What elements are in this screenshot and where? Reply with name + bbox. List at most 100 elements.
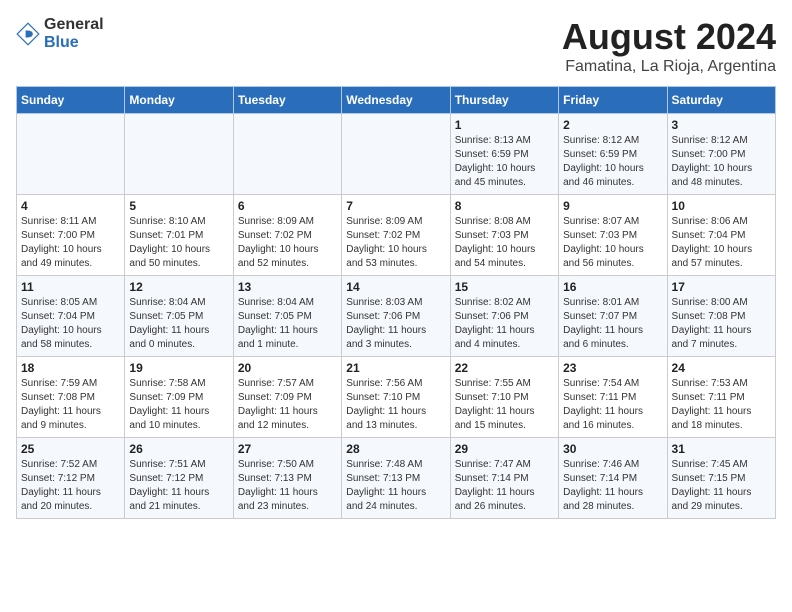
calendar-cell: 21 Sunrise: 7:56 AM Sunset: 7:10 PM Dayli…: [342, 357, 450, 438]
day-number: 7: [346, 199, 445, 213]
cell-content: Sunrise: 8:04 AM Sunset: 7:05 PM Dayligh…: [238, 296, 337, 352]
calendar-week-2: 4Sunrise: 8:11 AM Sunset: 7:00 PM Daylig…: [17, 195, 776, 276]
day-number: 31: [672, 442, 771, 456]
cell-content: Sunrise: 8:00 AM Sunset: 7:08 PM Dayligh…: [672, 296, 771, 352]
day-number: 8: [455, 199, 554, 213]
day-number: 17: [672, 280, 771, 294]
calendar-cell: 10Sunrise: 8:06 AM Sunset: 7:04 PM Dayli…: [667, 195, 775, 276]
calendar-cell: 31 Sunrise: 7:45 AM Sunset: 7:15 PM Dayli…: [667, 438, 775, 519]
cell-content: Sunrise: 7:55 AM Sunset: 7:10 PM Dayligh…: [455, 377, 554, 433]
calendar-cell: 30 Sunrise: 7:46 AM Sunset: 7:14 PM Dayli…: [559, 438, 667, 519]
calendar-cell: 23Sunrise: 7:54 AM Sunset: 7:11 PM Dayli…: [559, 357, 667, 438]
day-number: 22: [455, 361, 554, 375]
main-title: August 2024: [562, 16, 776, 58]
day-number: 6: [238, 199, 337, 213]
day-number: 30: [563, 442, 662, 456]
cell-content: Sunrise: 8:05 AM Sunset: 7:04 PM Dayligh…: [21, 296, 120, 352]
cell-content: Sunrise: 8:12 AM Sunset: 6:59 PM Dayligh…: [563, 134, 662, 190]
logo-general: General: [44, 16, 104, 34]
calendar-cell: 22 Sunrise: 7:55 AM Sunset: 7:10 PM Dayli…: [450, 357, 558, 438]
column-header-monday: Monday: [125, 87, 233, 114]
calendar-cell: 1 Sunrise: 8:13 AM Sunset: 6:59 PM Daylig…: [450, 114, 558, 195]
day-number: 21: [346, 361, 445, 375]
calendar-body: 1 Sunrise: 8:13 AM Sunset: 6:59 PM Daylig…: [17, 114, 776, 519]
day-number: 26: [129, 442, 228, 456]
cell-content: Sunrise: 8:10 AM Sunset: 7:01 PM Dayligh…: [129, 215, 228, 271]
calendar-cell: 18Sunrise: 7:59 AM Sunset: 7:08 PM Dayli…: [17, 357, 125, 438]
calendar-cell: 7 Sunrise: 8:09 AM Sunset: 7:02 PM Daylig…: [342, 195, 450, 276]
cell-content: Sunrise: 8:08 AM Sunset: 7:03 PM Dayligh…: [455, 215, 554, 271]
cell-content: Sunrise: 7:56 AM Sunset: 7:10 PM Dayligh…: [346, 377, 445, 433]
cell-content: Sunrise: 7:53 AM Sunset: 7:11 PM Dayligh…: [672, 377, 771, 433]
day-number: 9: [563, 199, 662, 213]
logo-blue: Blue: [44, 34, 104, 52]
subtitle: Famatina, La Rioja, Argentina: [562, 58, 776, 76]
column-header-wednesday: Wednesday: [342, 87, 450, 114]
calendar-cell: 11Sunrise: 8:05 AM Sunset: 7:04 PM Dayli…: [17, 276, 125, 357]
day-number: 13: [238, 280, 337, 294]
cell-content: Sunrise: 7:59 AM Sunset: 7:08 PM Dayligh…: [21, 377, 120, 433]
calendar-cell: 9 Sunrise: 8:07 AM Sunset: 7:03 PM Daylig…: [559, 195, 667, 276]
day-number: 19: [129, 361, 228, 375]
column-header-tuesday: Tuesday: [233, 87, 341, 114]
calendar-cell: 17 Sunrise: 8:00 AM Sunset: 7:08 PM Dayli…: [667, 276, 775, 357]
cell-content: Sunrise: 8:02 AM Sunset: 7:06 PM Dayligh…: [455, 296, 554, 352]
day-number: 29: [455, 442, 554, 456]
day-number: 2: [563, 118, 662, 132]
day-number: 28: [346, 442, 445, 456]
calendar-cell: 14 Sunrise: 8:03 AM Sunset: 7:06 PM Dayli…: [342, 276, 450, 357]
cell-content: Sunrise: 7:46 AM Sunset: 7:14 PM Dayligh…: [563, 458, 662, 514]
cell-content: Sunrise: 7:57 AM Sunset: 7:09 PM Dayligh…: [238, 377, 337, 433]
day-number: 15: [455, 280, 554, 294]
day-number: 12: [129, 280, 228, 294]
calendar-cell: 5Sunrise: 8:10 AM Sunset: 7:01 PM Daylig…: [125, 195, 233, 276]
calendar-cell: 2 Sunrise: 8:12 AM Sunset: 6:59 PM Daylig…: [559, 114, 667, 195]
calendar-cell: 27Sunrise: 7:50 AM Sunset: 7:13 PM Dayli…: [233, 438, 341, 519]
cell-content: Sunrise: 8:09 AM Sunset: 7:02 PM Dayligh…: [346, 215, 445, 271]
cell-content: Sunrise: 7:47 AM Sunset: 7:14 PM Dayligh…: [455, 458, 554, 514]
day-number: 1: [455, 118, 554, 132]
cell-content: Sunrise: 8:09 AM Sunset: 7:02 PM Dayligh…: [238, 215, 337, 271]
calendar-table: SundayMondayTuesdayWednesdayThursdayFrid…: [16, 86, 776, 519]
calendar-cell: [342, 114, 450, 195]
calendar-cell: 28 Sunrise: 7:48 AM Sunset: 7:13 PM Dayli…: [342, 438, 450, 519]
calendar-cell: 26Sunrise: 7:51 AM Sunset: 7:12 PM Dayli…: [125, 438, 233, 519]
cell-content: Sunrise: 8:04 AM Sunset: 7:05 PM Dayligh…: [129, 296, 228, 352]
cell-content: Sunrise: 7:58 AM Sunset: 7:09 PM Dayligh…: [129, 377, 228, 433]
day-number: 20: [238, 361, 337, 375]
calendar-cell: 15 Sunrise: 8:02 AM Sunset: 7:06 PM Dayli…: [450, 276, 558, 357]
cell-content: Sunrise: 7:50 AM Sunset: 7:13 PM Dayligh…: [238, 458, 337, 514]
calendar-cell: 19 Sunrise: 7:58 AM Sunset: 7:09 PM Dayli…: [125, 357, 233, 438]
calendar-cell: 3 Sunrise: 8:12 AM Sunset: 7:00 PM Daylig…: [667, 114, 775, 195]
day-number: 14: [346, 280, 445, 294]
calendar-week-3: 11Sunrise: 8:05 AM Sunset: 7:04 PM Dayli…: [17, 276, 776, 357]
logo-icon: [16, 22, 40, 46]
calendar-cell: 4Sunrise: 8:11 AM Sunset: 7:00 PM Daylig…: [17, 195, 125, 276]
cell-content: Sunrise: 7:48 AM Sunset: 7:13 PM Dayligh…: [346, 458, 445, 514]
calendar-cell: 8 Sunrise: 8:08 AM Sunset: 7:03 PM Daylig…: [450, 195, 558, 276]
calendar-cell: 12 Sunrise: 8:04 AM Sunset: 7:05 PM Dayli…: [125, 276, 233, 357]
day-number: 4: [21, 199, 120, 213]
logo: General Blue: [16, 16, 104, 51]
column-header-sunday: Sunday: [17, 87, 125, 114]
day-number: 16: [563, 280, 662, 294]
cell-content: Sunrise: 8:01 AM Sunset: 7:07 PM Dayligh…: [563, 296, 662, 352]
cell-content: Sunrise: 7:52 AM Sunset: 7:12 PM Dayligh…: [21, 458, 120, 514]
cell-content: Sunrise: 8:06 AM Sunset: 7:04 PM Dayligh…: [672, 215, 771, 271]
calendar-cell: 29 Sunrise: 7:47 AM Sunset: 7:14 PM Dayli…: [450, 438, 558, 519]
calendar-cell: [233, 114, 341, 195]
cell-content: Sunrise: 8:07 AM Sunset: 7:03 PM Dayligh…: [563, 215, 662, 271]
calendar-cell: 6 Sunrise: 8:09 AM Sunset: 7:02 PM Daylig…: [233, 195, 341, 276]
day-number: 23: [563, 361, 662, 375]
day-number: 25: [21, 442, 120, 456]
cell-content: Sunrise: 7:45 AM Sunset: 7:15 PM Dayligh…: [672, 458, 771, 514]
cell-content: Sunrise: 8:12 AM Sunset: 7:00 PM Dayligh…: [672, 134, 771, 190]
calendar-cell: 25 Sunrise: 7:52 AM Sunset: 7:12 PM Dayli…: [17, 438, 125, 519]
calendar-week-5: 25 Sunrise: 7:52 AM Sunset: 7:12 PM Dayli…: [17, 438, 776, 519]
day-number: 3: [672, 118, 771, 132]
cell-content: Sunrise: 8:13 AM Sunset: 6:59 PM Dayligh…: [455, 134, 554, 190]
calendar-cell: [125, 114, 233, 195]
header: General Blue August 2024 Famatina, La Ri…: [16, 16, 776, 76]
calendar-cell: 16 Sunrise: 8:01 AM Sunset: 7:07 PM Dayli…: [559, 276, 667, 357]
cell-content: Sunrise: 8:03 AM Sunset: 7:06 PM Dayligh…: [346, 296, 445, 352]
